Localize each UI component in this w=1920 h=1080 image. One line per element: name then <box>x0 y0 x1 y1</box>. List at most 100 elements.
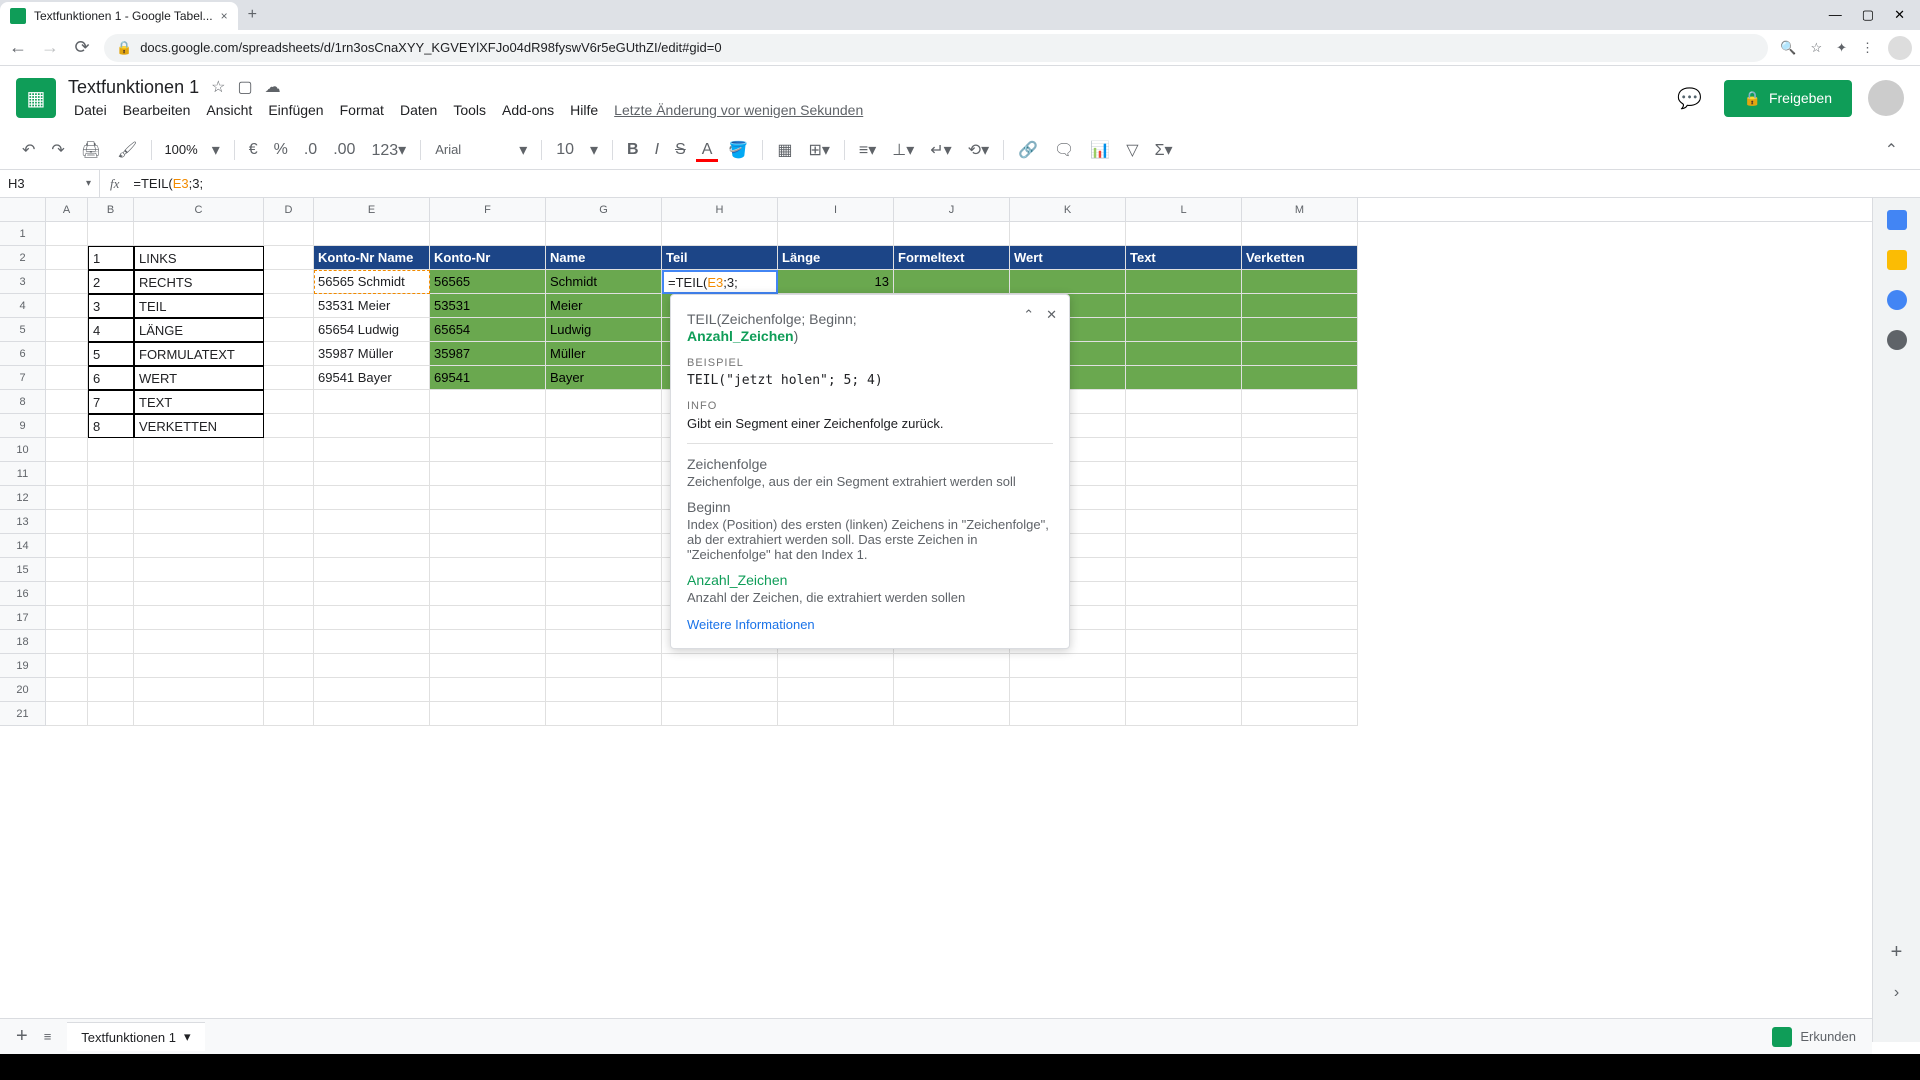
row-header-7[interactable]: 7 <box>0 366 46 390</box>
menu-format[interactable]: Format <box>334 100 390 120</box>
cell-C4[interactable]: TEIL <box>134 294 264 318</box>
cell-M5[interactable] <box>1242 318 1358 342</box>
cell-F10[interactable] <box>430 438 546 462</box>
cell-L10[interactable] <box>1126 438 1242 462</box>
all-sheets-button[interactable]: ≡ <box>44 1029 52 1044</box>
font-size-select[interactable]: 10 <box>550 137 580 163</box>
comments-button[interactable]: 💬 <box>1672 80 1708 116</box>
fill-color-button[interactable]: 🪣 <box>722 136 754 164</box>
cell-F4[interactable]: 53531 <box>430 294 546 318</box>
cell-L16[interactable] <box>1126 582 1242 606</box>
cell-D16[interactable] <box>264 582 314 606</box>
cell-M10[interactable] <box>1242 438 1358 462</box>
col-header-E[interactable]: E <box>314 198 430 221</box>
url-input[interactable]: 🔒 docs.google.com/spreadsheets/d/1rn3osC… <box>104 34 1768 62</box>
cell-L2[interactable]: Text <box>1126 246 1242 270</box>
sheet-tab-menu-icon[interactable]: ▾ <box>184 1029 191 1045</box>
tab-close-icon[interactable]: × <box>221 9 228 23</box>
cell-G16[interactable] <box>546 582 662 606</box>
font-select[interactable]: Arial <box>429 138 509 161</box>
row-header-2[interactable]: 2 <box>0 246 46 270</box>
cell-B12[interactable] <box>88 486 134 510</box>
functions-button[interactable]: Σ▾ <box>1149 136 1179 164</box>
cell-L1[interactable] <box>1126 222 1242 246</box>
cell-C2[interactable]: LINKS <box>134 246 264 270</box>
cell-L21[interactable] <box>1126 702 1242 726</box>
cell-I3[interactable]: 13 <box>778 270 894 294</box>
cell-K1[interactable] <box>1010 222 1126 246</box>
cell-F11[interactable] <box>430 462 546 486</box>
halign-button[interactable]: ≡▾ <box>853 136 882 164</box>
col-header-A[interactable]: A <box>46 198 88 221</box>
cell-G19[interactable] <box>546 654 662 678</box>
rotate-button[interactable]: ⟲▾ <box>962 136 995 164</box>
cloud-status-icon[interactable]: ☁ <box>265 77 281 97</box>
currency-button[interactable]: € <box>243 137 264 163</box>
cell-F3[interactable]: 56565 <box>430 270 546 294</box>
cell-I20[interactable] <box>778 678 894 702</box>
cell-M17[interactable] <box>1242 606 1358 630</box>
explore-button[interactable]: Erkunden <box>1772 1027 1856 1047</box>
keep-icon[interactable] <box>1887 250 1907 270</box>
col-header-M[interactable]: M <box>1242 198 1358 221</box>
cell-M4[interactable] <box>1242 294 1358 318</box>
hide-sidepanel-icon[interactable]: › <box>1894 984 1899 1002</box>
cell-A9[interactable] <box>46 414 88 438</box>
cell-E5[interactable]: 65654 Ludwig <box>314 318 430 342</box>
cell-B21[interactable] <box>88 702 134 726</box>
row-header-3[interactable]: 3 <box>0 270 46 294</box>
row-header-16[interactable]: 16 <box>0 582 46 606</box>
last-edit-link[interactable]: Letzte Änderung vor wenigen Sekunden <box>608 100 869 120</box>
print-button[interactable]: 🖨 <box>75 136 107 164</box>
cell-A21[interactable] <box>46 702 88 726</box>
italic-button[interactable]: I <box>649 137 665 163</box>
row-header-12[interactable]: 12 <box>0 486 46 510</box>
paint-format-button[interactable]: 🖌 <box>111 136 143 164</box>
cell-F21[interactable] <box>430 702 546 726</box>
cell-A8[interactable] <box>46 390 88 414</box>
menu-icon[interactable]: ⋮ <box>1861 40 1874 56</box>
cell-A11[interactable] <box>46 462 88 486</box>
cell-B13[interactable] <box>88 510 134 534</box>
menu-daten[interactable]: Daten <box>394 100 443 120</box>
row-header-6[interactable]: 6 <box>0 342 46 366</box>
cell-A6[interactable] <box>46 342 88 366</box>
cell-L20[interactable] <box>1126 678 1242 702</box>
cell-G7[interactable]: Bayer <box>546 366 662 390</box>
cell-E21[interactable] <box>314 702 430 726</box>
cell-B9[interactable]: 8 <box>88 414 134 438</box>
cell-E9[interactable] <box>314 414 430 438</box>
close-icon[interactable]: ✕ <box>1894 7 1905 23</box>
cell-C8[interactable]: TEXT <box>134 390 264 414</box>
cell-D17[interactable] <box>264 606 314 630</box>
row-header-17[interactable]: 17 <box>0 606 46 630</box>
cell-D19[interactable] <box>264 654 314 678</box>
row-header-10[interactable]: 10 <box>0 438 46 462</box>
back-button[interactable]: ← <box>8 37 28 58</box>
cell-B18[interactable] <box>88 630 134 654</box>
cell-G11[interactable] <box>546 462 662 486</box>
cell-G13[interactable] <box>546 510 662 534</box>
cell-I2[interactable]: Länge <box>778 246 894 270</box>
cell-B15[interactable] <box>88 558 134 582</box>
cell-A18[interactable] <box>46 630 88 654</box>
link-button[interactable]: 🔗 <box>1012 136 1044 164</box>
cell-E10[interactable] <box>314 438 430 462</box>
cell-M15[interactable] <box>1242 558 1358 582</box>
cell-D7[interactable] <box>264 366 314 390</box>
cell-C16[interactable] <box>134 582 264 606</box>
star-icon[interactable]: ☆ <box>1810 40 1822 56</box>
cell-H19[interactable] <box>662 654 778 678</box>
cell-L19[interactable] <box>1126 654 1242 678</box>
cell-B11[interactable] <box>88 462 134 486</box>
contacts-icon[interactable] <box>1887 330 1907 350</box>
cell-D4[interactable] <box>264 294 314 318</box>
cell-K21[interactable] <box>1010 702 1126 726</box>
cell-A1[interactable] <box>46 222 88 246</box>
star-doc-icon[interactable]: ☆ <box>211 77 225 97</box>
cell-D13[interactable] <box>264 510 314 534</box>
cell-D1[interactable] <box>264 222 314 246</box>
cell-C7[interactable]: WERT <box>134 366 264 390</box>
cell-E11[interactable] <box>314 462 430 486</box>
cell-C20[interactable] <box>134 678 264 702</box>
